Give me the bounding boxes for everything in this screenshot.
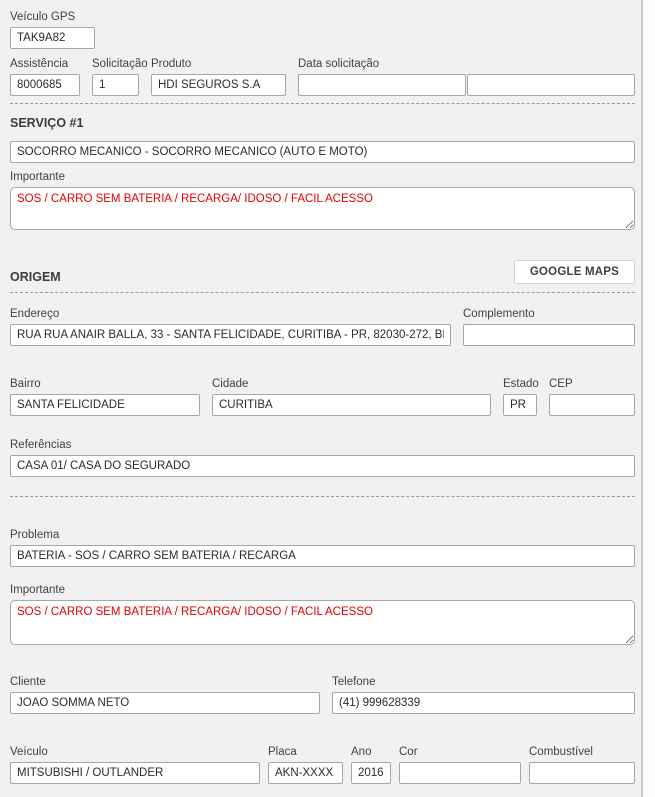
endereco-label: Endereço xyxy=(10,307,451,321)
field-cidade: Cidade xyxy=(212,377,491,416)
cep-label: CEP xyxy=(549,377,635,391)
field-assistencia: Assistência xyxy=(10,57,80,96)
cliente-label: Cliente xyxy=(10,675,320,689)
field-cep: CEP xyxy=(549,377,635,416)
field-ano: Ano xyxy=(351,745,391,784)
ano-label: Ano xyxy=(351,745,391,759)
field-servico-descricao xyxy=(10,141,635,163)
problema-importante-label: Importante xyxy=(10,583,635,597)
separator xyxy=(10,103,635,104)
problema-input[interactable] xyxy=(10,545,635,567)
referencias-label: Referências xyxy=(10,438,635,452)
field-solicitacao: Solicitação xyxy=(92,57,139,96)
veiculo-gps-label: Veículo GPS xyxy=(10,10,95,24)
data-solicitacao-group xyxy=(298,74,635,96)
data-solicitacao-time-input[interactable] xyxy=(467,74,635,96)
field-endereco: Endereço xyxy=(10,307,451,346)
field-problema-importante: Importante SOS / CARRO SEM BATERIA / REC… xyxy=(10,583,635,645)
field-problema: Problema xyxy=(10,528,635,567)
field-estado: Estado xyxy=(503,377,537,416)
separator xyxy=(10,292,635,293)
cidade-input[interactable] xyxy=(212,394,491,416)
veiculo-row: Veículo Placa Ano Cor Combustível xyxy=(10,745,635,784)
servico-importante-textarea[interactable]: SOS / CARRO SEM BATERIA / RECARGA/ IDOSO… xyxy=(10,187,635,230)
field-combustivel: Combustível xyxy=(529,745,635,784)
field-placa: Placa xyxy=(268,745,343,784)
veiculo-label: Veículo xyxy=(10,745,260,759)
servico-heading: SERVIÇO #1 xyxy=(10,116,635,130)
solicitacao-label: Solicitação xyxy=(92,57,139,71)
cliente-row: Cliente Telefone xyxy=(10,675,635,714)
field-cliente: Cliente xyxy=(10,675,320,714)
servico-descricao-input[interactable] xyxy=(10,141,635,163)
field-complemento: Complemento xyxy=(463,307,635,346)
service-order-form: Veículo GPS Assistência Solicitação Prod… xyxy=(0,0,655,797)
placa-input[interactable] xyxy=(268,762,343,784)
bairro-label: Bairro xyxy=(10,377,200,391)
field-servico-importante: Importante SOS / CARRO SEM BATERIA / REC… xyxy=(10,170,635,230)
assistencia-label: Assistência xyxy=(10,57,80,71)
veiculo-input[interactable] xyxy=(10,762,260,784)
cor-input[interactable] xyxy=(399,762,521,784)
cep-input[interactable] xyxy=(549,394,635,416)
origem-header-row: ORIGEM GOOGLE MAPS xyxy=(10,260,635,284)
assistencia-row: Assistência Solicitação Produto Data sol… xyxy=(10,57,635,96)
field-bairro: Bairro xyxy=(10,377,200,416)
telefone-input[interactable] xyxy=(332,692,635,714)
combustivel-input[interactable] xyxy=(529,762,635,784)
placa-label: Placa xyxy=(268,745,343,759)
google-maps-button[interactable]: GOOGLE MAPS xyxy=(514,260,635,284)
bairro-row: Bairro Cidade Estado CEP xyxy=(10,377,635,416)
form-panel: Veículo GPS Assistência Solicitação Prod… xyxy=(0,0,643,797)
data-solicitacao-date-input[interactable] xyxy=(298,74,466,96)
separator xyxy=(10,496,635,497)
telefone-label: Telefone xyxy=(332,675,635,689)
servico-importante-label: Importante xyxy=(10,170,635,184)
referencias-input[interactable] xyxy=(10,455,635,477)
endereco-input[interactable] xyxy=(10,324,451,346)
complemento-label: Complemento xyxy=(463,307,635,321)
ano-input[interactable] xyxy=(351,762,391,784)
field-data-solicitacao: Data solicitação xyxy=(298,57,635,96)
veiculo-gps-input[interactable] xyxy=(10,27,95,49)
field-veiculo: Veículo xyxy=(10,745,260,784)
complemento-input[interactable] xyxy=(463,324,635,346)
origem-heading: ORIGEM xyxy=(10,270,61,284)
solicitacao-input[interactable] xyxy=(92,74,139,96)
estado-input[interactable] xyxy=(503,394,537,416)
endereco-row: Endereço Complemento xyxy=(10,307,635,346)
field-veiculo-gps: Veículo GPS xyxy=(10,10,95,49)
field-telefone: Telefone xyxy=(332,675,635,714)
cor-label: Cor xyxy=(399,745,521,759)
field-produto: Produto xyxy=(151,57,286,96)
field-cor: Cor xyxy=(399,745,521,784)
combustivel-label: Combustível xyxy=(529,745,635,759)
data-solicitacao-label: Data solicitação xyxy=(298,57,635,71)
produto-input[interactable] xyxy=(151,74,286,96)
problema-importante-textarea[interactable]: SOS / CARRO SEM BATERIA / RECARGA/ IDOSO… xyxy=(10,600,635,645)
produto-label: Produto xyxy=(151,57,286,71)
estado-label: Estado xyxy=(503,377,537,391)
field-referencias: Referências xyxy=(10,438,635,477)
bairro-input[interactable] xyxy=(10,394,200,416)
problema-label: Problema xyxy=(10,528,635,542)
assistencia-input[interactable] xyxy=(10,74,80,96)
cidade-label: Cidade xyxy=(212,377,491,391)
cliente-input[interactable] xyxy=(10,692,320,714)
